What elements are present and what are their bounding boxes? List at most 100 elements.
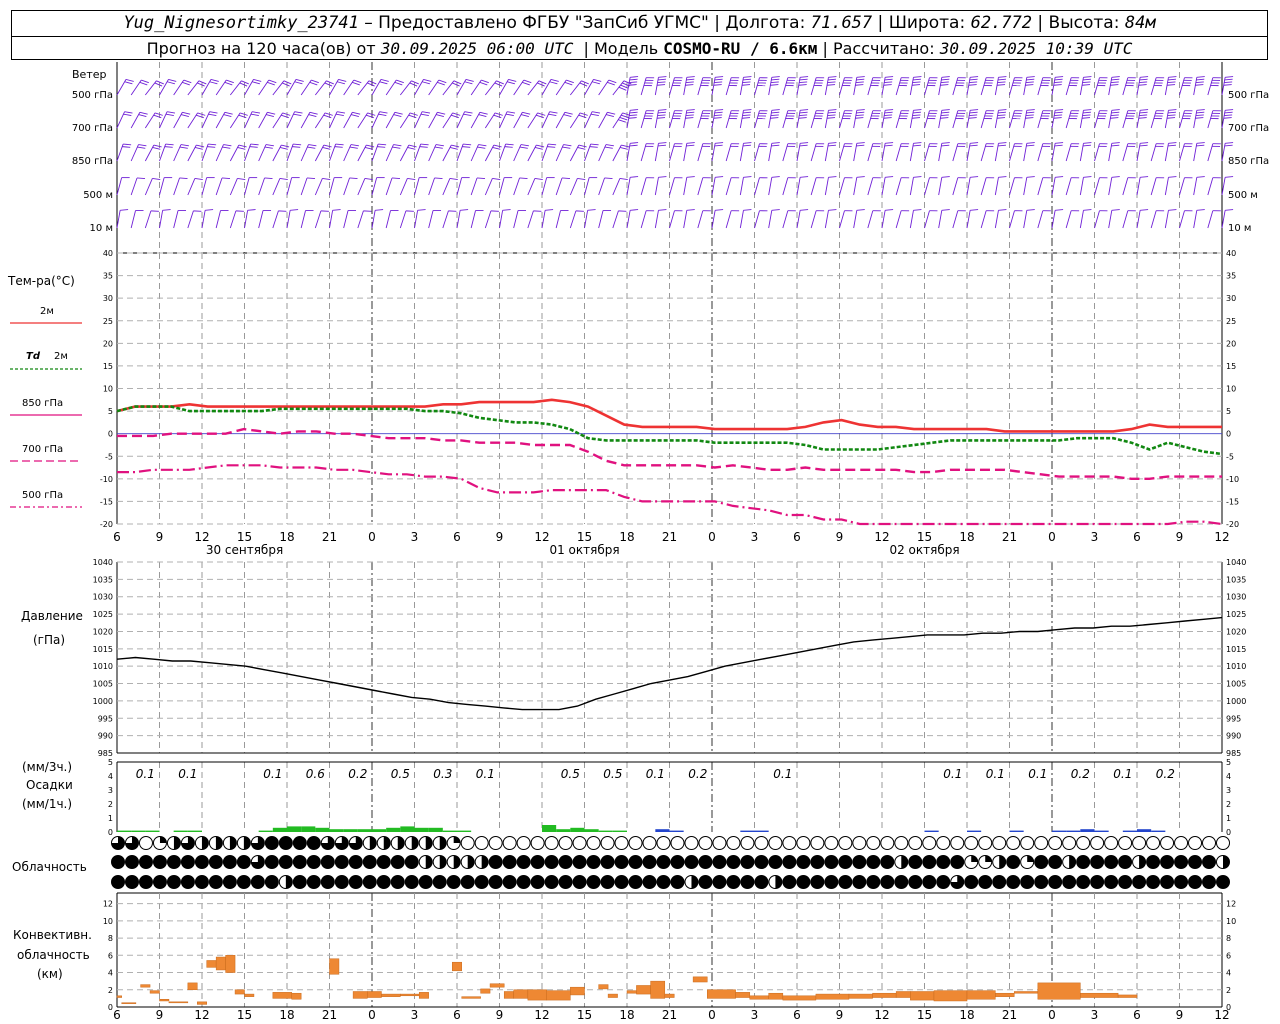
- temp-xtick: 6: [1133, 530, 1141, 544]
- cloud-symbol: [614, 875, 629, 889]
- wind-barb: [215, 144, 232, 162]
- wind-barb: [272, 210, 287, 229]
- temp-xtick: 18: [959, 530, 974, 544]
- wind-barb: [584, 111, 601, 129]
- wind-barb: [881, 209, 894, 229]
- cloud-symbol: [376, 875, 391, 889]
- wind-barb: [244, 177, 258, 196]
- cloud-symbol: [852, 875, 867, 889]
- cloud-symbol: [880, 836, 895, 850]
- cloud-symbol: [1020, 875, 1035, 889]
- cloud-symbol: [1132, 855, 1147, 869]
- wind-title: Ветер: [72, 68, 107, 81]
- wind-barb: [1009, 143, 1023, 162]
- cloud-symbol: [180, 836, 195, 850]
- cloud-symbol: [1034, 836, 1049, 850]
- convective-bar: [381, 993, 401, 997]
- wind-barb: [796, 176, 809, 196]
- precip-bar: [117, 830, 132, 832]
- wind-barb: [626, 76, 639, 96]
- wind-barb: [683, 209, 695, 229]
- cloud-symbol: [166, 836, 181, 850]
- wind-barb: [329, 111, 346, 129]
- cloud-symbol: [488, 855, 503, 869]
- wind-barb: [739, 176, 752, 196]
- wind-barb: [598, 79, 617, 96]
- cloud-symbol: [1104, 855, 1119, 869]
- convective-bar: [140, 984, 151, 988]
- cloud-symbol: [544, 855, 559, 869]
- convective-bar: [1013, 991, 1039, 994]
- wind-barb: [173, 177, 188, 196]
- cloud-symbol: [418, 855, 433, 869]
- temp-xtick: 0: [708, 530, 716, 544]
- cloud-symbol: [894, 836, 909, 850]
- convective-bar: [1037, 982, 1081, 1000]
- temp-xtick: 12: [194, 530, 209, 544]
- cloud-symbol: [264, 855, 279, 869]
- wind-barb: [924, 177, 938, 196]
- precip-bar: [343, 829, 358, 832]
- wind-barb: [683, 76, 695, 96]
- wind-barb: [1150, 77, 1165, 96]
- cloud-symbol: [1216, 855, 1230, 869]
- pres-ytick-right: 1000: [1226, 697, 1246, 706]
- prec-ytick-right: 1: [1226, 814, 1231, 823]
- pres-ytick-left: 1040: [93, 558, 113, 567]
- temp-xtick: 12: [1214, 530, 1229, 544]
- convective-bar: [503, 991, 514, 999]
- wind-barb: [428, 79, 447, 96]
- cloud-symbol: [642, 875, 657, 889]
- convective-bar: [272, 992, 292, 999]
- wind-barb: [810, 77, 825, 96]
- convective-bar: [872, 992, 897, 998]
- convective-bar: [215, 956, 226, 971]
- wind-barb: [428, 111, 446, 129]
- conv-ytick-right: 10: [1226, 917, 1236, 926]
- convective-bar: [234, 989, 245, 995]
- convective-bar: [848, 993, 873, 999]
- wind-barb: [357, 210, 372, 229]
- cloud-symbol: [712, 875, 727, 889]
- temp-ytick-right: 20: [1226, 339, 1236, 348]
- conv-ytick-left: 2: [108, 986, 113, 995]
- wind-barb: [782, 177, 796, 196]
- cloud-symbol: [320, 836, 335, 850]
- cloud-symbol: [1174, 855, 1189, 869]
- temp-ytick-left: 25: [103, 317, 113, 326]
- cloud-symbol: [768, 855, 783, 869]
- cloud-symbol: [236, 855, 251, 869]
- cloud-symbol: [446, 836, 461, 850]
- cloud-symbol: [1160, 875, 1175, 889]
- wind-barb: [966, 142, 979, 162]
- precip-accum-label: 0.1: [943, 767, 962, 781]
- wind-barb: [739, 209, 752, 229]
- convective-bar: [489, 983, 505, 988]
- precip-accum-label: 0.5: [391, 767, 410, 781]
- conv-ytick-right: 6: [1226, 951, 1231, 960]
- wind-barb: [810, 177, 825, 196]
- wind-barb: [980, 77, 995, 96]
- temp-xtick: 0: [1048, 530, 1056, 544]
- wind-barb: [555, 79, 574, 96]
- cloud-symbol: [1132, 836, 1147, 850]
- wind-barb: [768, 176, 780, 196]
- wind-barb: [414, 111, 431, 129]
- wind-barb: [881, 76, 894, 96]
- cloud-symbol: [908, 836, 923, 850]
- wind-barb: [598, 177, 613, 196]
- precip-accum-label: 0.1: [178, 767, 197, 781]
- cloud-symbol: [684, 836, 699, 850]
- wind-barb: [1150, 177, 1165, 196]
- pres-ytick-left: 990: [98, 732, 113, 741]
- cloud-symbol: [600, 855, 615, 869]
- cloud-symbol: [796, 875, 811, 889]
- cloud-symbol: [782, 836, 797, 850]
- cloud-symbol: [642, 855, 657, 869]
- convective-bar: [116, 995, 122, 998]
- wind-barb: [711, 176, 724, 196]
- wind-barb: [1193, 142, 1205, 162]
- legend-700-label: 700 гПа: [22, 444, 64, 455]
- cloud-symbol: [390, 855, 405, 869]
- cloud-symbol: [712, 855, 727, 869]
